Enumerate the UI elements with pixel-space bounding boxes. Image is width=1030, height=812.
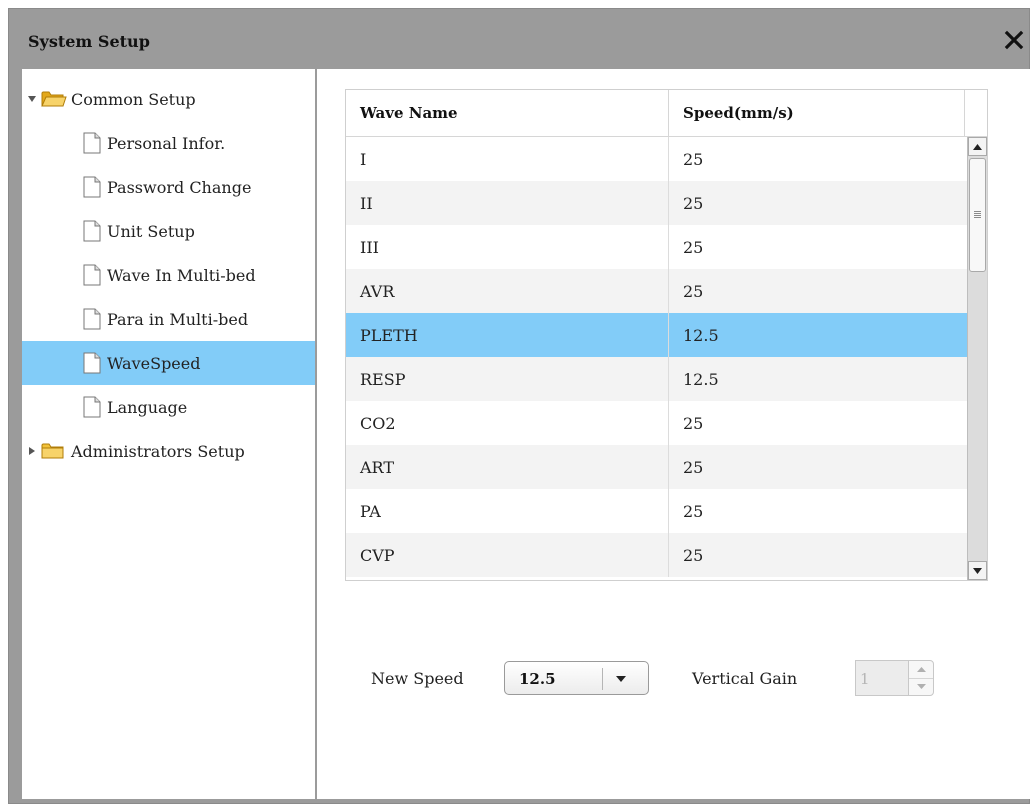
speed-cell: 25 <box>683 281 704 301</box>
close-icon <box>1004 30 1024 50</box>
speed-cell: 25 <box>683 237 704 257</box>
document-icon <box>83 132 101 154</box>
arrow-down-icon <box>973 567 982 574</box>
wave-name-cell: CVP <box>346 533 669 577</box>
arrow-up-icon <box>973 143 982 150</box>
tree-item-password-change[interactable]: Password Change <box>22 165 315 209</box>
select-divider <box>602 668 603 690</box>
new-speed-value: 12.5 <box>519 670 556 688</box>
tree-item-label: Unit Setup <box>107 221 195 241</box>
tree-group-administrators-setup[interactable]: Administrators Setup <box>22 429 315 473</box>
table-row[interactable]: RESP 12.5 <box>346 357 987 401</box>
speed-cell: 25 <box>683 545 704 565</box>
table-row[interactable]: AVR 25 <box>346 269 987 313</box>
grip-icon <box>974 211 981 219</box>
dialog-title: System Setup <box>28 32 150 51</box>
vertical-gain-input[interactable]: 1 <box>855 660 911 696</box>
tree-item-wavespeed[interactable]: WaveSpeed <box>22 341 315 385</box>
document-icon <box>83 264 101 286</box>
document-icon <box>83 176 101 198</box>
document-icon <box>83 352 101 374</box>
stepper-up-icon <box>916 667 926 672</box>
table-row[interactable]: III 25 <box>346 225 987 269</box>
new-speed-select[interactable]: 12.5 <box>504 661 649 695</box>
table-row[interactable]: I 25 <box>346 137 987 181</box>
system-setup-dialog: System Setup Common Setup Personal Infor… <box>8 8 1030 804</box>
vertical-gain-label: Vertical Gain <box>692 669 798 688</box>
document-icon <box>83 396 101 418</box>
vertical-gain-stepper[interactable] <box>908 660 934 696</box>
scroll-up-button[interactable] <box>968 137 987 156</box>
tree-item-label: WaveSpeed <box>107 353 201 373</box>
speed-cell: 25 <box>683 149 704 169</box>
vertical-gain-value: 1 <box>860 670 870 688</box>
table-row[interactable]: CVP 25 <box>346 533 987 577</box>
table-body: I 25 II 25 III 25 AVR 25 PLETH 12.5 RESP… <box>346 137 987 580</box>
wave-name-cell: PLETH <box>346 313 669 357</box>
wave-name-cell: CO2 <box>346 401 669 445</box>
speed-cell: 12.5 <box>683 369 719 389</box>
document-icon <box>83 308 101 330</box>
tree-item-label: Password Change <box>107 177 252 197</box>
wave-name-cell: AVR <box>346 269 669 313</box>
folder-icon <box>41 443 64 459</box>
tree-group-label: Common Setup <box>71 89 196 109</box>
table-row[interactable]: CO2 25 <box>346 401 987 445</box>
wavespeed-panel: Wave Name Speed(mm/s) I 25 II 25 III 25 <box>317 69 1030 799</box>
tree-group-label: Administrators Setup <box>71 441 245 461</box>
tree-item-label: Para in Multi-bed <box>107 309 249 329</box>
stepper-down-icon <box>916 684 926 689</box>
wave-name-cell: ART <box>346 445 669 489</box>
dropdown-arrow-icon <box>616 676 626 682</box>
tree-item-language[interactable]: Language <box>22 385 315 429</box>
speed-cell: 25 <box>683 457 704 477</box>
scroll-down-button[interactable] <box>968 561 987 580</box>
stepper-up-button[interactable] <box>909 661 933 679</box>
dialog-titlebar: System Setup <box>9 9 1029 69</box>
speed-cell: 25 <box>683 193 704 213</box>
wave-name-cell: III <box>346 225 669 269</box>
column-header-speed[interactable]: Speed(mm/s) <box>669 90 987 136</box>
expanded-arrow-icon[interactable] <box>27 94 37 104</box>
wave-name-cell: II <box>346 181 669 225</box>
close-button[interactable] <box>1001 27 1027 53</box>
tree-item-unit-setup[interactable]: Unit Setup <box>22 209 315 253</box>
tree-item-personal-infor[interactable]: Personal Infor. <box>22 121 315 165</box>
collapsed-arrow-icon[interactable] <box>27 446 37 456</box>
open-folder-icon <box>41 91 67 107</box>
document-icon <box>83 220 101 242</box>
tree-item-para-in-multi-bed[interactable]: Para in Multi-bed <box>22 297 315 341</box>
column-header-wave-name[interactable]: Wave Name <box>346 90 669 136</box>
table-row[interactable]: II 25 <box>346 181 987 225</box>
table-row-selected[interactable]: PLETH 12.5 <box>346 313 987 357</box>
scroll-thumb[interactable] <box>969 158 986 272</box>
settings-tree: Common Setup Personal Infor. Password Ch… <box>22 69 315 799</box>
tree-item-label: Wave In Multi-bed <box>107 265 256 285</box>
tree-item-label: Language <box>107 397 188 417</box>
wave-name-cell: I <box>346 137 669 181</box>
wave-name-cell: RESP <box>346 357 669 401</box>
table-row[interactable]: ART 25 <box>346 445 987 489</box>
wave-speed-table: Wave Name Speed(mm/s) I 25 II 25 III 25 <box>345 89 988 581</box>
table-header: Wave Name Speed(mm/s) <box>346 90 987 137</box>
tree-group-common-setup[interactable]: Common Setup <box>22 77 315 121</box>
speed-cell: 25 <box>683 501 704 521</box>
new-speed-label: New Speed <box>371 669 464 688</box>
header-corner <box>964 90 987 136</box>
tree-item-label: Personal Infor. <box>107 133 226 153</box>
wave-name-cell: PA <box>346 489 669 533</box>
stepper-down-button[interactable] <box>909 678 933 695</box>
speed-cell: 25 <box>683 413 704 433</box>
speed-cell: 12.5 <box>683 325 719 345</box>
table-vertical-scrollbar[interactable] <box>967 137 987 580</box>
table-row[interactable]: PA 25 <box>346 489 987 533</box>
tree-item-wave-in-multi-bed[interactable]: Wave In Multi-bed <box>22 253 315 297</box>
